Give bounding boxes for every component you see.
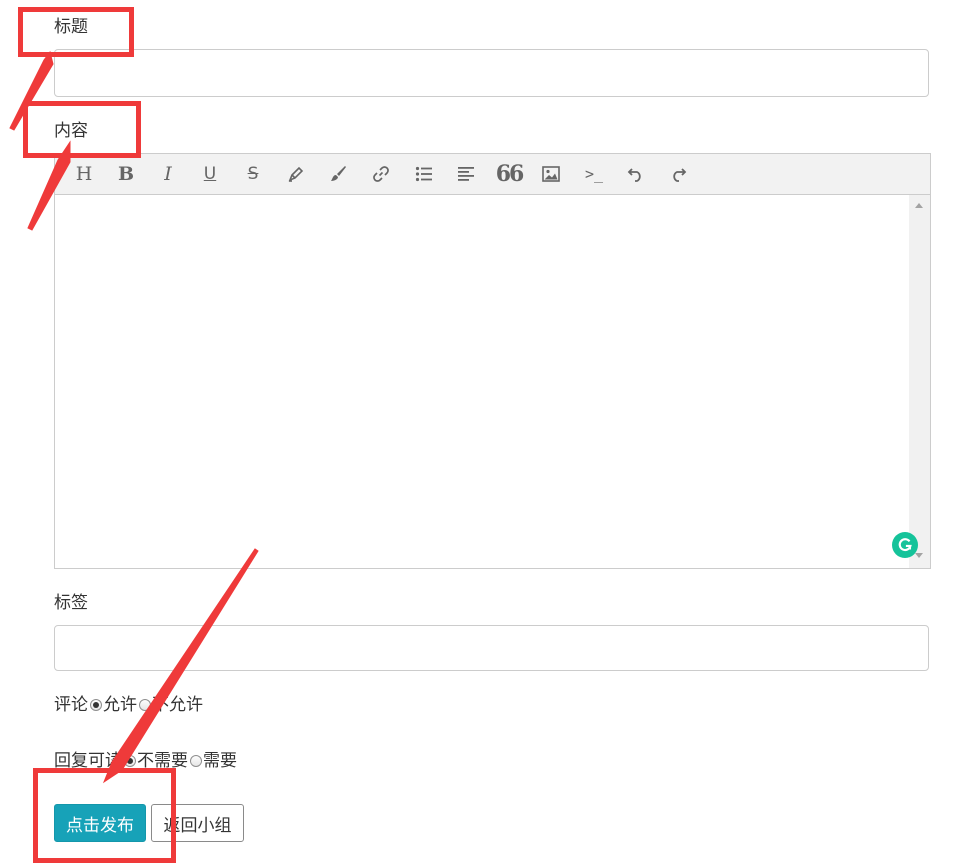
editor-textarea[interactable] xyxy=(55,195,908,568)
link-icon[interactable] xyxy=(368,161,394,187)
heading-icon[interactable]: H xyxy=(71,161,97,187)
highlighter-icon[interactable] xyxy=(283,161,309,187)
annotation-box-publish xyxy=(33,768,176,863)
scroll-up-arrow-icon[interactable] xyxy=(915,203,923,208)
align-left-icon[interactable] xyxy=(453,161,479,187)
scroll-down-arrow-icon[interactable] xyxy=(915,553,923,558)
comment-disallow-radio[interactable] xyxy=(139,699,151,711)
editor-scrollbar[interactable] xyxy=(909,195,930,568)
quote-icon[interactable]: 66 xyxy=(496,161,525,187)
comment-allow-label: 允许 xyxy=(103,695,137,715)
tags-label: 标签 xyxy=(54,593,88,613)
grammarly-icon[interactable] xyxy=(892,532,918,558)
comment-label: 评论 xyxy=(54,695,88,715)
annotation-box-content xyxy=(23,101,141,158)
bold-icon[interactable]: B xyxy=(113,161,139,187)
reply-required-label: 需要 xyxy=(203,751,237,771)
reply-required-radio[interactable] xyxy=(190,755,202,767)
underline-icon[interactable]: U xyxy=(197,161,223,187)
title-input[interactable] xyxy=(54,49,929,97)
unordered-list-icon[interactable] xyxy=(411,161,437,187)
brush-icon[interactable] xyxy=(325,161,351,187)
code-icon[interactable]: >_ xyxy=(581,161,607,187)
reply-not-required-radio[interactable] xyxy=(124,755,136,767)
redo-icon[interactable] xyxy=(665,161,691,187)
editor-toolbar: H B I U S 66 >_ xyxy=(55,154,930,195)
tags-input[interactable] xyxy=(54,625,929,671)
annotation-box-title xyxy=(18,7,134,57)
markdown-editor: H B I U S 66 >_ xyxy=(54,153,931,569)
comment-allow-radio[interactable] xyxy=(90,699,102,711)
image-icon[interactable] xyxy=(538,161,564,187)
strikethrough-icon[interactable]: S xyxy=(240,161,266,187)
italic-icon[interactable]: I xyxy=(155,161,181,187)
comment-setting: 评论 允许 不允许 xyxy=(54,695,203,715)
undo-icon[interactable] xyxy=(623,161,649,187)
comment-disallow-label: 不允许 xyxy=(152,695,203,715)
